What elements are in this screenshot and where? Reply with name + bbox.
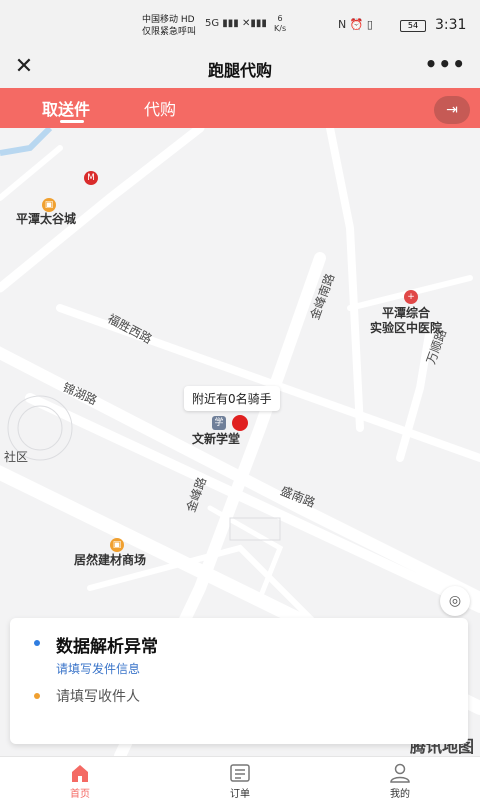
network-speed-value: 6	[277, 14, 283, 23]
carrier-emergency: 仅限紧急呼叫	[142, 27, 197, 37]
tab-purchase[interactable]: 代购	[144, 96, 176, 120]
carrier-info: 中国移动 HD 仅限紧急呼叫	[142, 14, 196, 38]
home-icon	[72, 765, 88, 782]
orders-icon	[230, 764, 250, 782]
tab-active-indicator	[60, 120, 84, 123]
poi-community: 社区	[4, 450, 29, 464]
location-pin-icon	[232, 415, 248, 431]
poi-wenxin: 文新学堂	[192, 432, 241, 446]
hospital-icon: +	[404, 290, 418, 304]
nav-orders[interactable]: 订单	[200, 757, 280, 800]
order-info-card: 数据解析异常 请填写发件信息 请填写收件人	[10, 618, 468, 744]
nav-home-label: 首页	[70, 789, 90, 800]
system-icons: N ⏰ ▯	[338, 18, 373, 31]
nearby-riders-bubble: 附近有0名骑手	[184, 386, 280, 411]
network-speed: 6 K/s	[274, 14, 286, 34]
nav-orders-label: 订单	[230, 789, 250, 800]
exit-icon[interactable]: ⇥	[434, 96, 470, 124]
poi-hospital: 平潭综合 实验区中医院	[370, 306, 443, 335]
page-title: 跑腿代购	[207, 61, 272, 80]
locate-icon[interactable]: ◎	[440, 586, 470, 616]
nav-profile[interactable]: 我的	[360, 757, 440, 800]
more-icon[interactable]: •••	[425, 52, 466, 76]
user-icon	[390, 763, 410, 783]
poi-pingtan-taigu: 平潭太谷城	[16, 212, 77, 226]
battery-icon: 54	[400, 20, 426, 32]
school-icon: 学	[212, 416, 226, 430]
receiver-field[interactable]: 请填写收件人	[56, 686, 140, 706]
clock: 3:31	[435, 17, 467, 33]
bottom-nav: 首页 订单 我的	[0, 756, 480, 800]
sender-info-link[interactable]: 请填写发件信息	[56, 660, 140, 677]
carrier-name: 中国移动 HD	[142, 15, 195, 25]
receiver-dot-icon	[34, 693, 40, 699]
sender-title[interactable]: 数据解析异常	[56, 632, 158, 657]
sender-dot-icon	[34, 640, 40, 646]
building-store-icon: ▣	[110, 538, 124, 552]
signal-icon: 5G ▮▮▮ ✕▮▮▮	[205, 18, 267, 29]
mcdonalds-icon: M	[84, 171, 98, 185]
network-speed-unit: K/s	[274, 24, 287, 33]
nav-home[interactable]: 首页	[40, 757, 120, 800]
title-bar: ✕ 跑腿代购 •••	[0, 48, 480, 88]
tab-pickup-delivery[interactable]: 取送件	[42, 96, 90, 120]
nav-profile-label: 我的	[390, 789, 410, 800]
poi-juran: 居然建材商场	[74, 553, 147, 567]
status-bar: 中国移动 HD 仅限紧急呼叫 5G ▮▮▮ ✕▮▮▮ 6 K/s N ⏰ ▯ 5…	[0, 0, 480, 48]
